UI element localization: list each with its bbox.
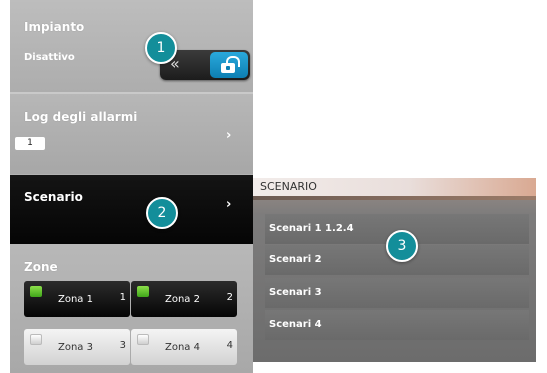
zone-button-3[interactable]: Zona 3 3: [24, 329, 130, 365]
scenario-item[interactable]: Scenari 4: [265, 310, 529, 340]
zone-number: 4: [226, 340, 233, 351]
chevron-right-icon: ›: [226, 128, 232, 143]
zone-led-icon: [137, 334, 149, 345]
zone-led-icon: [137, 286, 149, 297]
alarm-log-title: Log degli allarmi: [24, 110, 138, 124]
zone-led-icon: [30, 286, 42, 297]
zone-name: Zona 4: [165, 342, 200, 353]
scenario-panel-header: SCENARIO: [253, 178, 536, 196]
zone-button-4[interactable]: Zona 4 4: [131, 329, 237, 365]
unlock-icon[interactable]: [210, 52, 248, 78]
zone-led-icon: [30, 334, 42, 345]
zone-name: Zona 3: [58, 342, 93, 353]
impianto-status: Disattivo: [24, 52, 75, 63]
scenario-item[interactable]: Scenari 3: [265, 278, 529, 308]
scenario-title: Scenario: [24, 190, 83, 204]
zone-section: Zone Zona 1 1 Zona 2 2 Zona 3 3 Zona 4 4: [10, 244, 253, 373]
impianto-section: Impianto Disattivo «: [10, 0, 253, 94]
scenario-section[interactable]: Scenario ›: [10, 175, 253, 244]
callout-1: 1: [145, 32, 177, 64]
zone-button-2[interactable]: Zona 2 2: [131, 281, 237, 317]
callout-2: 2: [146, 197, 178, 229]
zone-number: 1: [119, 292, 126, 303]
chevron-right-icon: ›: [226, 197, 232, 212]
sidebar: Impianto Disattivo « Log degli allarmi ›…: [10, 0, 253, 373]
impianto-title: Impianto: [24, 20, 85, 34]
zone-name: Zona 1: [58, 294, 93, 305]
alarm-log-section[interactable]: Log degli allarmi ›: [10, 94, 253, 174]
zone-number: 3: [119, 340, 126, 351]
zone-number: 2: [226, 292, 233, 303]
scenario-panel: SCENARIO Scenari 1 1.2.4 Scenari 2 Scena…: [253, 178, 536, 362]
zone-title: Zone: [24, 260, 58, 274]
alarm-count-badge: 1: [15, 137, 45, 150]
zone-name: Zona 2: [165, 294, 200, 305]
callout-3: 3: [386, 230, 418, 262]
header-divider: [253, 196, 536, 200]
zone-button-1[interactable]: Zona 1 1: [24, 281, 130, 317]
